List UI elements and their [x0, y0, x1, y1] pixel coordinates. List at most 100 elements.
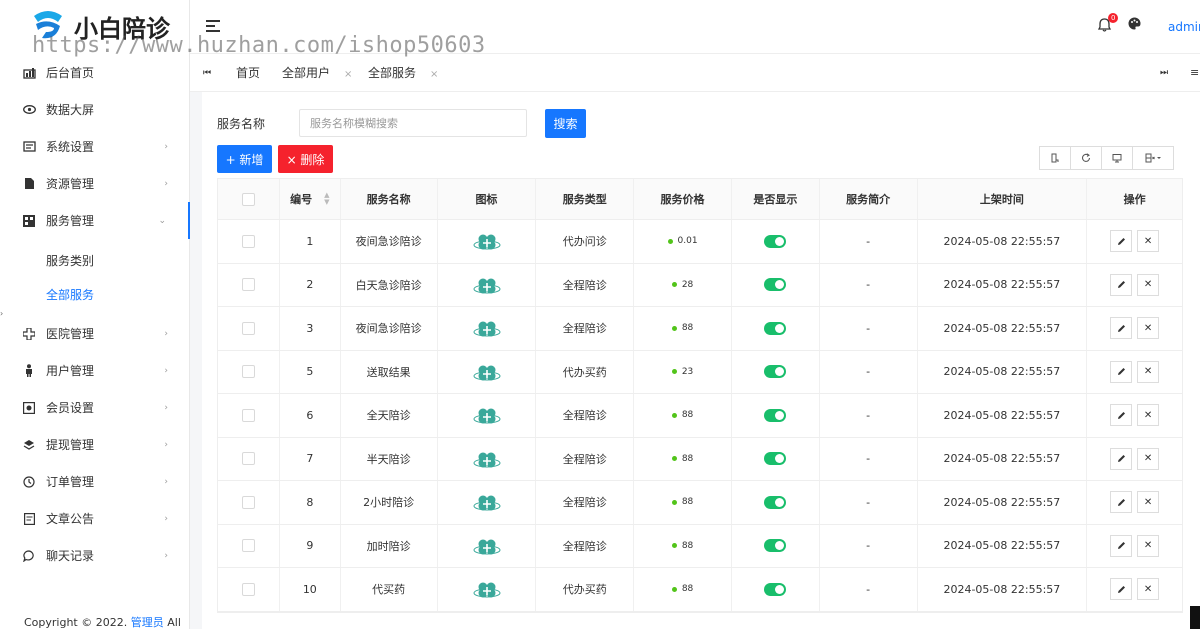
sidebar-item-articles[interactable]: 文章公告 ›: [0, 500, 190, 537]
close-icon[interactable]: ✕: [1137, 404, 1160, 427]
sidebar-item-service[interactable]: 服务管理 ⌄: [0, 202, 190, 239]
visible-toggle[interactable]: [764, 495, 787, 509]
row-checkbox[interactable]: [241, 539, 255, 553]
status-dot: [671, 456, 677, 462]
edit-icon[interactable]: [1110, 534, 1133, 557]
sidebar-item-withdraw[interactable]: 提现管理 ›: [0, 426, 190, 463]
columns-setting-icon[interactable]: [1132, 146, 1174, 170]
chevron-right-icon: ›: [164, 402, 168, 413]
add-button[interactable]: + 新增: [217, 145, 272, 173]
close-icon[interactable]: ✕: [1137, 447, 1160, 470]
tab-all-services[interactable]: 全部服务 ×: [368, 64, 438, 81]
sidebar-item-hospital[interactable]: 医院管理 ›: [0, 315, 190, 352]
tabs-menu-icon[interactable]: ≡: [1190, 66, 1199, 79]
service-type: 全程陪诊: [562, 278, 607, 292]
sort-icon[interactable]: ▲ ▼: [324, 192, 329, 206]
close-icon[interactable]: ×: [344, 69, 352, 80]
row-checkbox[interactable]: [241, 321, 255, 335]
close-icon[interactable]: ✕: [1137, 273, 1160, 296]
visible-toggle[interactable]: [764, 321, 787, 335]
visible-toggle[interactable]: [764, 452, 787, 466]
edit-icon[interactable]: [1110, 491, 1133, 514]
actions-cell: ✕: [1087, 525, 1182, 568]
services-table: 编号 ▲ ▼ 服务名称 图标 服务类型 服务价格 是否显示 服务简介 上架时间 操作…: [217, 178, 1183, 613]
row-checkbox[interactable]: [241, 582, 255, 596]
clover-medical-icon: [472, 491, 501, 513]
id-cell: 9: [280, 524, 341, 567]
sidebar-item-orders[interactable]: 订单管理 ›: [0, 463, 190, 500]
export-icon[interactable]: [1039, 146, 1071, 170]
scrollbar-thumb[interactable]: [1190, 606, 1200, 629]
sidebar-subitem-service-category[interactable]: 服务类别: [0, 243, 190, 277]
sidebar-item-resource[interactable]: 资源管理 ›: [0, 165, 190, 202]
edit-icon[interactable]: [1110, 447, 1133, 470]
scroll-right-icon[interactable]: ⏭: [1160, 68, 1168, 78]
service-name-search-input[interactable]: 服务名称模糊搜索: [299, 109, 527, 137]
edit-icon[interactable]: [1110, 404, 1133, 427]
sidebar-item-bigscreen[interactable]: 数据大屏: [0, 91, 190, 128]
visible-toggle[interactable]: [764, 408, 787, 422]
price-value: 23: [681, 366, 694, 377]
visible-toggle[interactable]: [764, 365, 787, 379]
sidebar-item-chat[interactable]: 聊天记录 ›: [0, 537, 190, 574]
service-id: 3: [306, 321, 314, 335]
service-price: 88: [671, 497, 693, 507]
search-button[interactable]: 搜索: [545, 109, 586, 138]
close-icon[interactable]: ✕: [1137, 578, 1160, 601]
status-dot: [667, 238, 673, 244]
edit-icon[interactable]: [1110, 230, 1133, 253]
icon-cell: [438, 481, 537, 524]
visible-toggle[interactable]: [764, 582, 787, 596]
close-icon[interactable]: ✕: [1137, 230, 1160, 253]
clover-medical-icon: [472, 317, 501, 339]
sidebar-item-home[interactable]: 后台首页: [0, 54, 190, 91]
row-actions: ✕: [1110, 360, 1160, 383]
table-row: 5 送取结果 代办买药 23 - 2024-05-08 22:55:57 ✕: [218, 350, 1182, 394]
user-menu[interactable]: admin: [1168, 20, 1200, 34]
sidebar-item-system[interactable]: 系统设置 ›: [0, 128, 190, 165]
close-icon[interactable]: ✕: [1137, 317, 1160, 340]
row-checkbox[interactable]: [241, 234, 255, 248]
edit-icon[interactable]: [1110, 360, 1133, 383]
type-cell: 全程陪诊: [536, 307, 635, 350]
fullscreen-icon[interactable]: [1101, 146, 1133, 170]
service-id: 10: [302, 582, 317, 596]
row-checkbox[interactable]: [241, 278, 255, 292]
bell-icon[interactable]: 0: [1097, 13, 1119, 36]
sidebar-collapse-handle[interactable]: ›: [0, 309, 3, 318]
sidebar-item-label: 医院管理: [46, 327, 95, 341]
edit-icon[interactable]: [1110, 317, 1133, 340]
select-all-checkbox[interactable]: [241, 192, 255, 206]
scroll-left-icon[interactable]: ⏮: [203, 68, 211, 78]
header-label: 服务价格: [660, 193, 705, 206]
tab-all-users[interactable]: 全部用户 ×: [282, 64, 352, 81]
header-id[interactable]: 编号 ▲ ▼: [280, 179, 341, 219]
refresh-icon[interactable]: [1070, 146, 1102, 170]
price-value: 88: [681, 540, 694, 551]
row-checkbox[interactable]: [241, 452, 255, 466]
type-cell: 全程陪诊: [536, 263, 635, 306]
palette-icon[interactable]: [1128, 17, 1141, 34]
edit-icon[interactable]: [1110, 578, 1133, 601]
actions-cell: ✕: [1087, 394, 1182, 437]
row-checkbox[interactable]: [241, 495, 255, 509]
row-checkbox[interactable]: [241, 365, 255, 379]
visible-toggle[interactable]: [764, 234, 787, 248]
sidebar-item-users[interactable]: 用户管理 ›: [0, 352, 190, 389]
delete-button[interactable]: × 删除: [278, 145, 333, 173]
sidebar-item-member[interactable]: 会员设置 ›: [0, 389, 190, 426]
edit-icon[interactable]: [1110, 273, 1133, 296]
close-icon[interactable]: ✕: [1137, 491, 1160, 514]
close-icon[interactable]: ✕: [1137, 360, 1160, 383]
icon-cell: [438, 307, 537, 350]
visible-toggle[interactable]: [764, 539, 787, 553]
close-icon[interactable]: ×: [430, 69, 438, 80]
copyright-link[interactable]: 管理员: [131, 616, 164, 629]
close-icon[interactable]: ✕: [1137, 534, 1160, 557]
row-checkbox[interactable]: [241, 408, 255, 422]
tab-home[interactable]: 首页: [236, 64, 260, 81]
visible-toggle[interactable]: [764, 278, 787, 292]
sidebar-item-label: 用户管理: [46, 364, 95, 378]
sidebar-subitem-all-services[interactable]: 全部服务: [0, 277, 190, 311]
service-price: 88: [671, 584, 693, 594]
